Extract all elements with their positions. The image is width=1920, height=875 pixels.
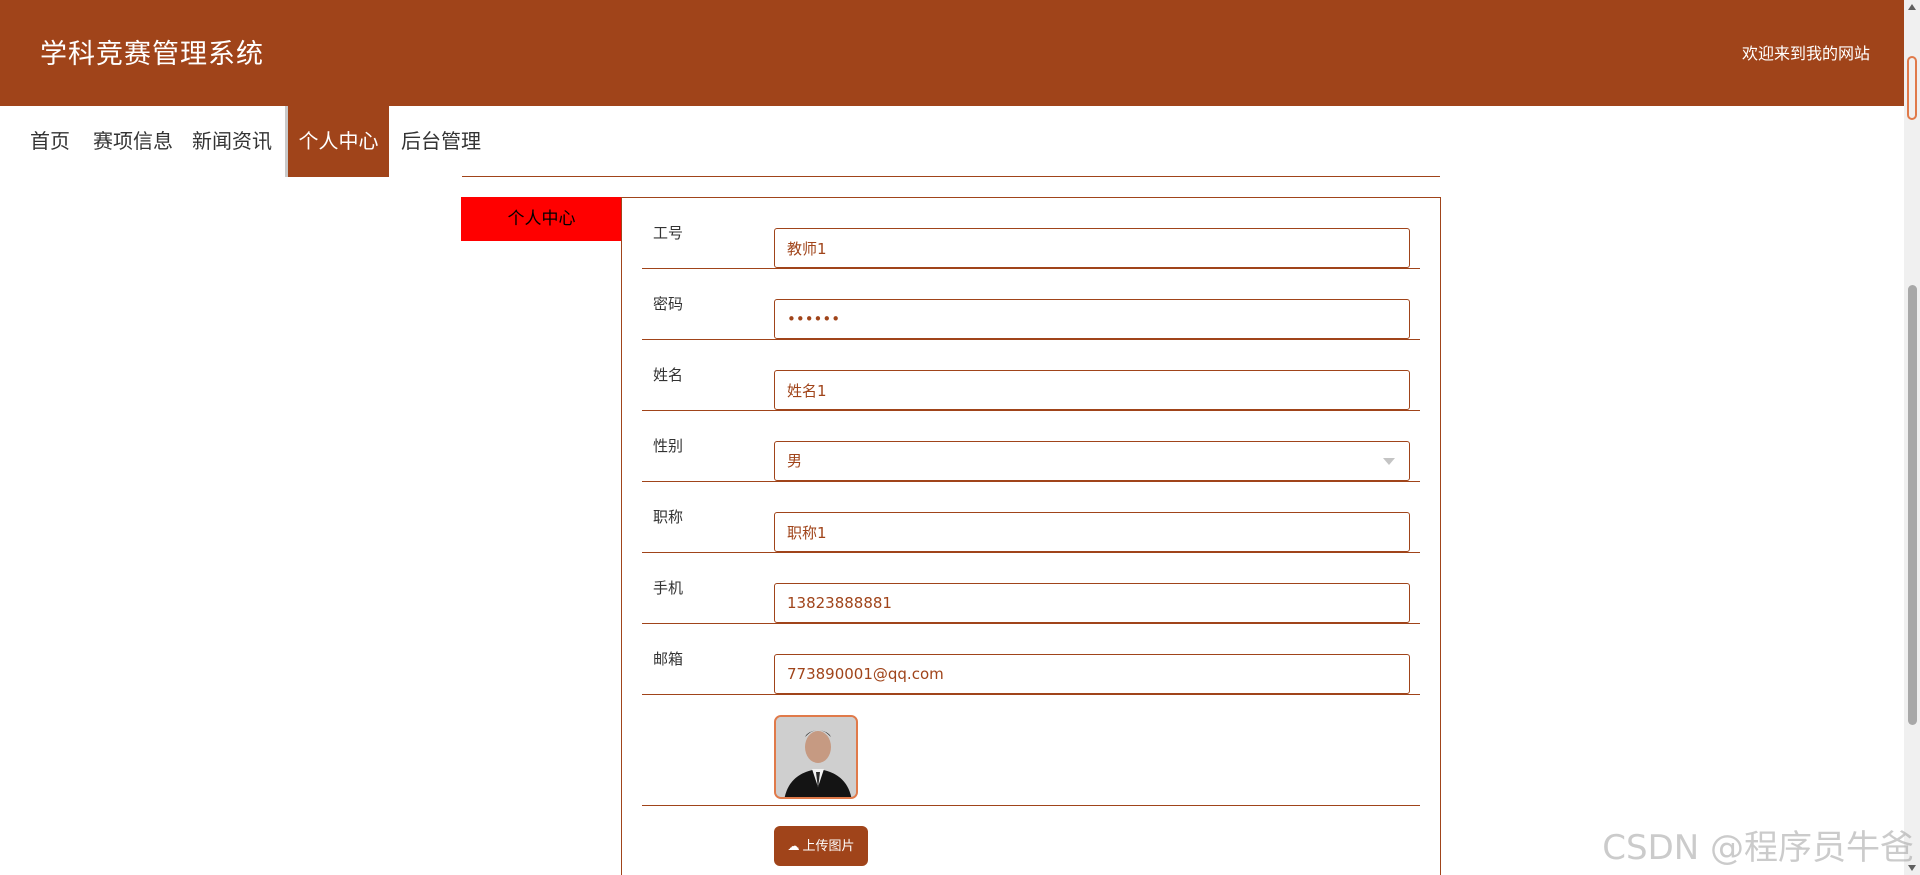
form-row-upload: ☁ 上传图片 (642, 806, 1420, 875)
email-input[interactable] (774, 654, 1410, 694)
gender-selected-value: 男 (787, 452, 803, 470)
nav-item-profile[interactable]: 个人中心 (285, 106, 389, 177)
form-row-avatar (642, 695, 1420, 806)
nav-item-home[interactable]: 首页 (20, 106, 80, 177)
scroll-marker (1907, 56, 1917, 120)
site-title: 学科竞赛管理系统 (40, 39, 264, 70)
form-row-gender: 性别 男 (642, 411, 1420, 482)
form-row-email: 邮箱 (642, 624, 1420, 695)
gender-label: 性别 (653, 437, 684, 455)
sidebar-tab-profile[interactable]: 个人中心 (461, 197, 622, 241)
gender-select[interactable]: 男 (774, 441, 1410, 481)
nav-item-admin[interactable]: 后台管理 (396, 106, 486, 177)
upload-image-button[interactable]: ☁ 上传图片 (774, 826, 868, 866)
form-row-name: 姓名 (642, 340, 1420, 411)
form-row-staff-id: 工号 (642, 198, 1420, 269)
name-input[interactable] (774, 370, 1410, 410)
email-label: 邮箱 (653, 650, 684, 668)
form-row-password: 密码 (642, 269, 1420, 340)
nav-divider (462, 176, 1440, 177)
phone-label: 手机 (653, 579, 684, 597)
scroll-up-icon[interactable] (1908, 4, 1916, 10)
watermark-text: CSDN @程序员牛爸 (1602, 828, 1914, 868)
site-header: 学科竞赛管理系统 欢迎来到我的网站 (0, 0, 1904, 106)
staff-id-label: 工号 (653, 224, 684, 242)
phone-input[interactable] (774, 583, 1410, 623)
avatar-image[interactable] (774, 715, 858, 799)
name-label: 姓名 (653, 366, 684, 384)
profile-form-panel: 工号 密码 姓名 性别 男 职称 手机 邮箱 (621, 197, 1441, 875)
upload-button-label: 上传图片 (802, 838, 855, 853)
nav-item-competitions[interactable]: 赛项信息 (88, 106, 178, 177)
chevron-down-icon (1383, 458, 1395, 465)
password-input[interactable] (774, 299, 1410, 339)
welcome-text: 欢迎来到我的网站 (1741, 44, 1870, 63)
staff-id-input[interactable] (774, 228, 1410, 268)
person-photo-icon (776, 717, 856, 797)
scroll-thumb[interactable] (1908, 285, 1917, 725)
password-label: 密码 (653, 295, 684, 313)
main-nav: 首页 赛项信息 新闻资讯 个人中心 后台管理 (0, 106, 1904, 177)
title-input[interactable] (774, 512, 1410, 552)
cloud-upload-icon: ☁ (787, 839, 800, 853)
nav-item-news[interactable]: 新闻资讯 (187, 106, 277, 177)
title-label: 职称 (653, 508, 684, 526)
form-row-title: 职称 (642, 482, 1420, 553)
form-row-phone: 手机 (642, 553, 1420, 624)
page-scrollbar[interactable] (1904, 0, 1920, 875)
